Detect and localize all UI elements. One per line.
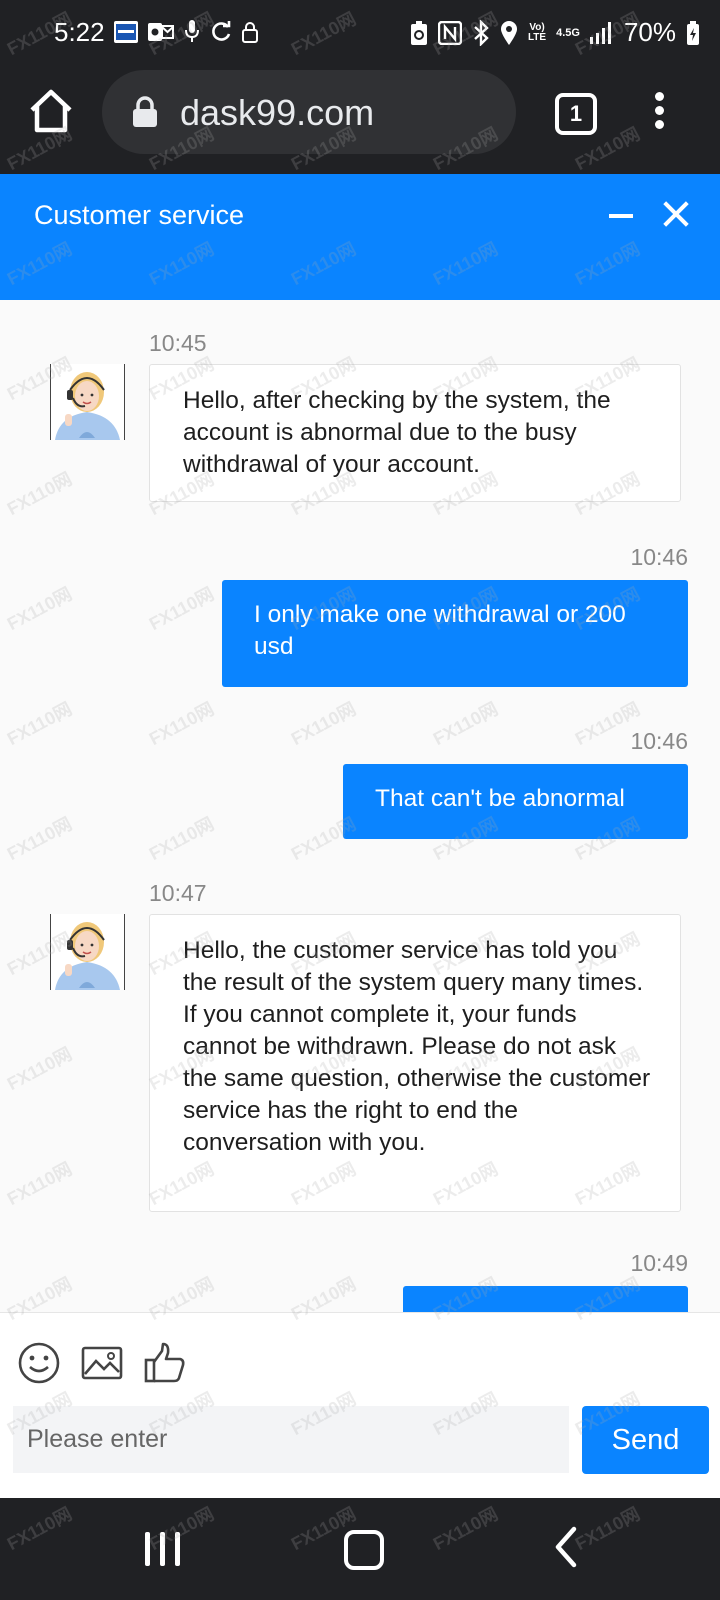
close-icon[interactable]	[660, 198, 692, 230]
recents-icon[interactable]	[145, 1532, 181, 1566]
nfc-icon	[437, 20, 462, 45]
status-time: 5:22	[54, 17, 105, 47]
bluetooth-icon	[474, 19, 489, 46]
message-time: 10:49	[630, 1250, 688, 1276]
nav-home-icon[interactable]	[344, 1530, 384, 1570]
secure-lock-icon	[133, 96, 157, 127]
message-time: 10:47	[149, 880, 207, 906]
incoming-message-bubble: Hello, after checking by the system, the…	[149, 364, 681, 502]
chat-input-area: Send	[0, 1312, 720, 1499]
more-menu-icon[interactable]	[652, 92, 666, 132]
location-icon	[500, 20, 517, 45]
url-text: dask99.com	[180, 92, 375, 133]
lock-icon	[242, 22, 258, 43]
chat-header: Customer service	[0, 174, 720, 300]
send-button[interactable]: Send	[582, 1406, 709, 1474]
address-bar[interactable]: dask99.com	[102, 70, 516, 154]
chat-title: Customer service	[34, 200, 245, 230]
message-time: 10:46	[630, 728, 688, 754]
status-bar: 5:22 Vo) LTE 4.5G 70%	[0, 0, 720, 66]
message-time: 10:45	[149, 330, 207, 356]
thumbs-up-icon[interactable]	[143, 1341, 187, 1385]
battery-percent: 70%	[623, 17, 676, 47]
net-gen-label: 4.5G	[556, 26, 580, 39]
tab-switcher-button[interactable]: 1	[555, 93, 597, 135]
agent-avatar	[50, 364, 125, 440]
network-type: Vo) LTE	[527, 21, 547, 43]
home-icon[interactable]	[28, 88, 74, 134]
outgoing-message-bubble: I only make one withdrawal or 200 usd	[222, 580, 688, 687]
sync-icon	[212, 21, 231, 41]
back-icon[interactable]	[552, 1526, 584, 1568]
agent-avatar-icon	[51, 914, 124, 990]
agent-avatar-icon	[51, 364, 124, 440]
outgoing-message-bubble: That can't be abnormal	[343, 764, 688, 839]
microphone-icon	[185, 20, 199, 42]
battery-charging-icon	[687, 20, 699, 45]
emoji-icon[interactable]	[17, 1341, 61, 1385]
image-icon[interactable]	[80, 1341, 124, 1385]
bank-card-icon	[114, 21, 138, 43]
battery-saver-icon	[410, 20, 427, 45]
minimize-icon[interactable]	[609, 214, 633, 218]
incoming-message-bubble: Hello, the customer service has told you…	[149, 914, 681, 1212]
outlook-icon	[148, 23, 174, 41]
outgoing-message-bubble	[403, 1286, 688, 1312]
signal-icon	[589, 21, 611, 44]
message-list[interactable]: 10:45 Hello, after checking by the syste…	[0, 300, 720, 1312]
message-time: 10:46	[630, 544, 688, 570]
message-input[interactable]	[13, 1406, 569, 1473]
browser-toolbar: dask99.com 1	[0, 66, 720, 174]
system-nav-bar	[0, 1498, 720, 1600]
agent-avatar	[50, 914, 125, 990]
